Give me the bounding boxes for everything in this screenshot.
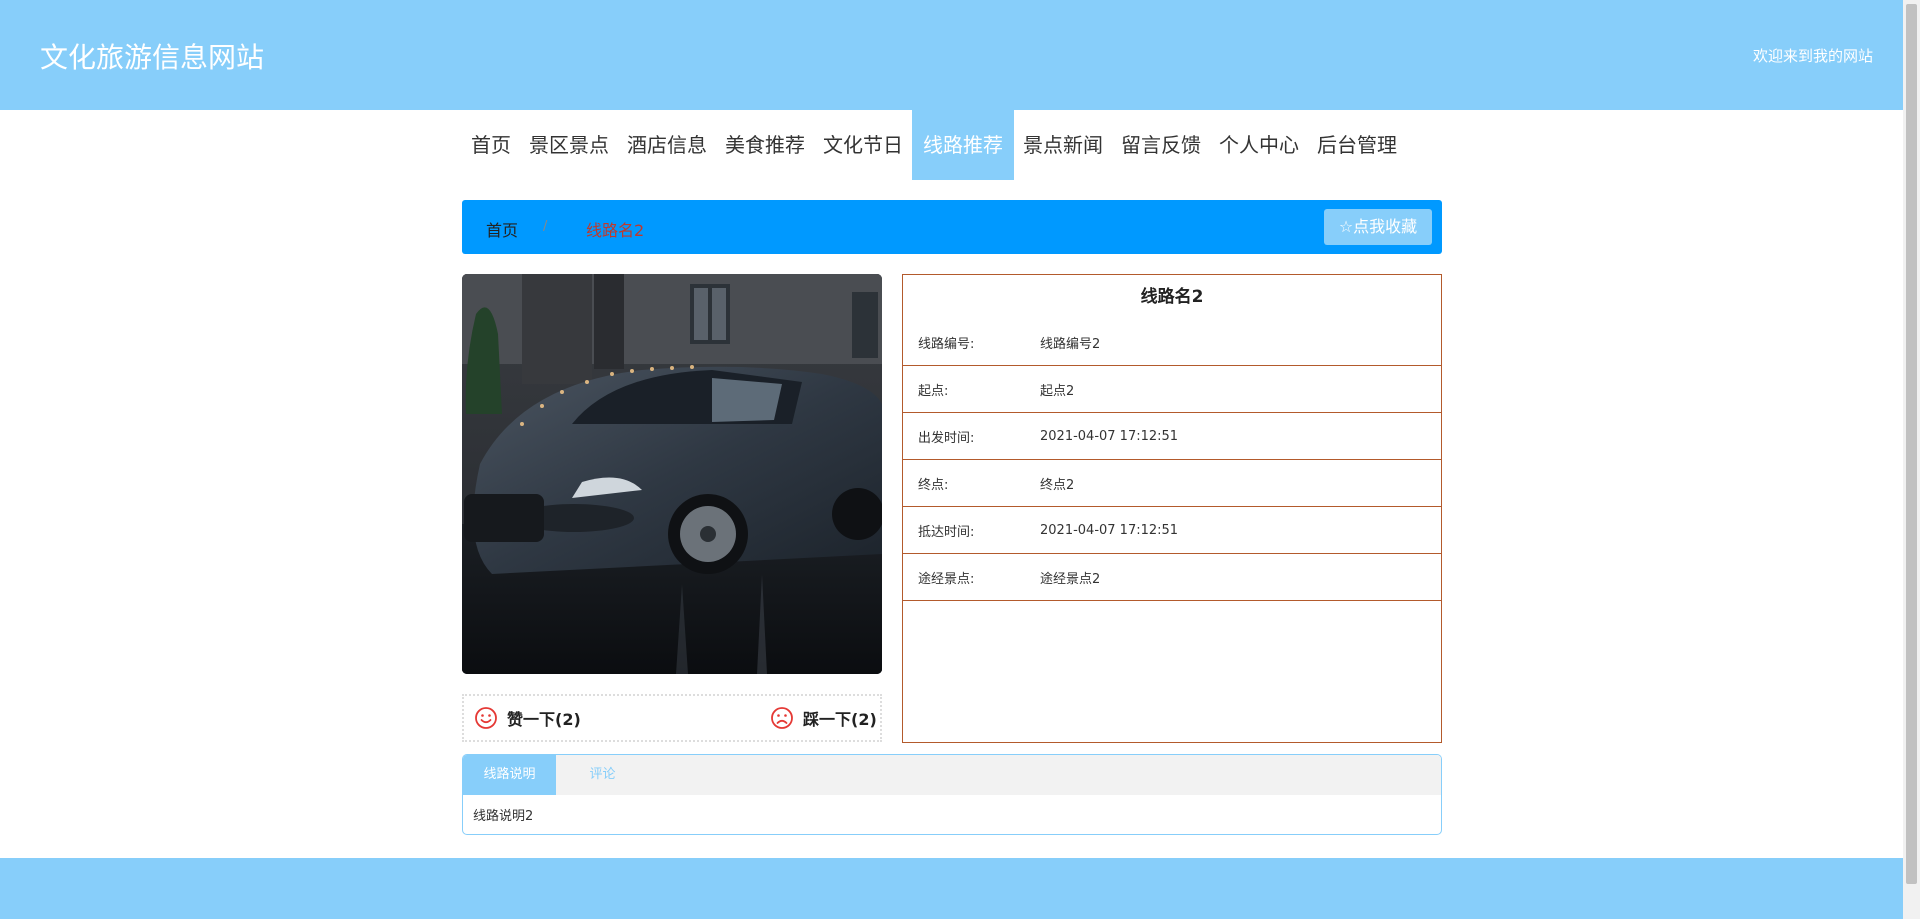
detail-row-departure-time: 出发时间: 2021-04-07 17:12:51 bbox=[903, 413, 1441, 460]
route-detail-panel: 线路名2 线路编号: 线路编号2 起点: 起点2 出发时间: 2021-04-0… bbox=[902, 274, 1442, 743]
detail-row-route-number: 线路编号: 线路编号2 bbox=[903, 320, 1441, 366]
breadcrumb: 首页 / 线路名2 ☆点我收藏 bbox=[462, 200, 1442, 254]
nav-item-news[interactable]: 景点新闻 bbox=[1014, 110, 1112, 180]
detail-row-end: 终点: 终点2 bbox=[903, 460, 1441, 507]
tab-bar: 线路说明 评论 bbox=[463, 755, 1441, 795]
welcome-text: 欢迎来到我的网站 bbox=[1752, 47, 1873, 65]
nav-item-scenic-spots[interactable]: 景区景点 bbox=[520, 110, 618, 180]
nav-item-food[interactable]: 美食推荐 bbox=[716, 110, 814, 180]
detail-value: 终点2 bbox=[1040, 477, 1075, 493]
nav-item-feedback[interactable]: 留言反馈 bbox=[1112, 110, 1210, 180]
nav-item-admin[interactable]: 后台管理 bbox=[1308, 110, 1406, 180]
vertical-scrollbar[interactable] bbox=[1903, 0, 1920, 919]
detail-value: 起点2 bbox=[1040, 383, 1075, 399]
detail-label: 抵达时间: bbox=[918, 524, 975, 540]
detail-value: 途经景点2 bbox=[1040, 571, 1101, 587]
smile-icon bbox=[475, 707, 497, 729]
nav-item-user-center[interactable]: 个人中心 bbox=[1210, 110, 1308, 180]
vote-panel: 赞一下(2) 踩一下(2) bbox=[462, 694, 882, 742]
car-photo-image bbox=[462, 274, 882, 674]
site-footer bbox=[0, 858, 1903, 919]
detail-value: 2021-04-07 17:12:51 bbox=[1040, 428, 1179, 444]
site-header: 文化旅游信息网站 欢迎来到我的网站 bbox=[0, 0, 1903, 110]
nav-item-home[interactable]: 首页 bbox=[462, 110, 520, 180]
route-photo bbox=[462, 274, 882, 674]
page: 文化旅游信息网站 欢迎来到我的网站 首页 景区景点 酒店信息 美食推荐 文化节日… bbox=[0, 0, 1903, 919]
main-nav: 首页 景区景点 酒店信息 美食推荐 文化节日 线路推荐 景点新闻 留言反馈 个人… bbox=[462, 110, 1406, 180]
detail-label: 线路编号: bbox=[918, 337, 975, 352]
scrollbar-thumb[interactable] bbox=[1906, 4, 1917, 884]
site-title[interactable]: 文化旅游信息网站 bbox=[40, 36, 264, 76]
detail-value: 线路编号2 bbox=[1040, 337, 1101, 352]
detail-row-start: 起点: 起点2 bbox=[903, 366, 1441, 413]
tab-route-description[interactable]: 线路说明 bbox=[463, 755, 556, 795]
dislike-button[interactable]: 踩一下(2) bbox=[770, 706, 877, 730]
nav-item-hotels[interactable]: 酒店信息 bbox=[618, 110, 716, 180]
detail-row-arrival-time: 抵达时间: 2021-04-07 17:12:51 bbox=[903, 507, 1441, 554]
detail-label: 终点: bbox=[918, 477, 949, 493]
detail-label: 起点: bbox=[918, 383, 949, 399]
tab-comments[interactable]: 评论 bbox=[556, 755, 649, 795]
detail-value: 2021-04-07 17:12:51 bbox=[1040, 522, 1179, 538]
breadcrumb-current: 线路名2 bbox=[586, 221, 645, 240]
like-label: 赞一下(2) bbox=[507, 710, 581, 729]
detail-label: 途经景点: bbox=[918, 571, 975, 587]
frown-icon bbox=[771, 707, 793, 729]
dislike-label: 踩一下(2) bbox=[803, 710, 877, 729]
tab-content: 线路说明2 bbox=[473, 809, 534, 824]
detail-row-via-spots: 途经景点: 途经景点2 bbox=[903, 554, 1441, 601]
nav-item-routes[interactable]: 线路推荐 bbox=[912, 110, 1014, 180]
like-button[interactable]: 赞一下(2) bbox=[474, 706, 581, 730]
route-title: 线路名2 bbox=[1140, 287, 1204, 307]
favorite-button[interactable]: ☆点我收藏 bbox=[1324, 209, 1432, 245]
breadcrumb-home-link[interactable]: 首页 bbox=[486, 217, 518, 241]
detail-tabs: 线路说明 评论 线路说明2 bbox=[462, 754, 1442, 835]
detail-label: 出发时间: bbox=[918, 430, 975, 446]
breadcrumb-separator: / bbox=[543, 219, 548, 234]
nav-item-festivals[interactable]: 文化节日 bbox=[814, 110, 912, 180]
